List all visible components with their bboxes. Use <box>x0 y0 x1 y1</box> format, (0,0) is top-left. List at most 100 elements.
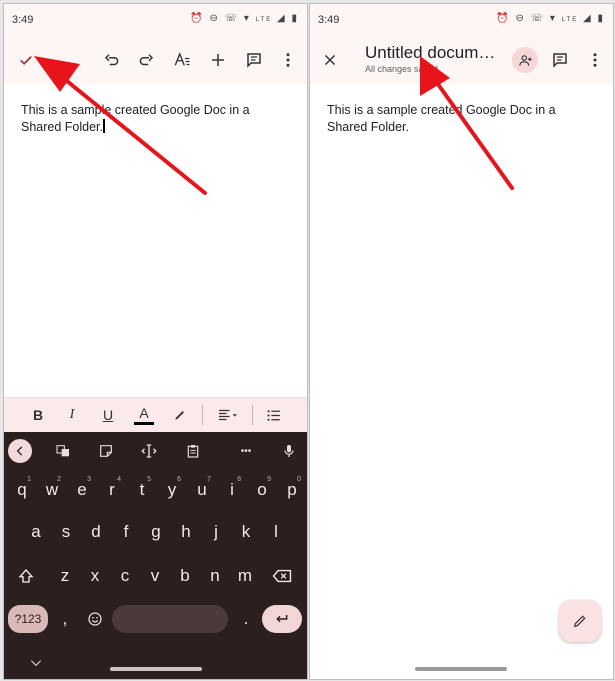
key-a[interactable]: a <box>22 516 50 548</box>
share-button[interactable] <box>512 47 538 73</box>
key-u[interactable]: u7 <box>188 474 216 506</box>
translate-button[interactable] <box>51 439 75 463</box>
keyboard-suggestion-bar: ••• <box>4 434 307 468</box>
nav-gesture-bar[interactable] <box>110 667 202 671</box>
key-d[interactable]: d <box>82 516 110 548</box>
text-format-button[interactable] <box>168 46 196 74</box>
key-t[interactable]: t5 <box>128 474 156 506</box>
keyboard-row-4: ?123 , . <box>4 603 307 635</box>
keyboard-hide-chevron[interactable] <box>29 655 47 669</box>
cursor-control-button[interactable] <box>137 439 161 463</box>
key-e[interactable]: e3 <box>68 474 96 506</box>
key-l[interactable]: l <box>262 516 290 548</box>
status-time: 3:49 <box>318 14 340 26</box>
key-m[interactable]: m <box>231 560 259 592</box>
key-o[interactable]: o9 <box>248 474 276 506</box>
period-key[interactable]: . <box>232 603 260 635</box>
key-q[interactable]: q1 <box>8 474 36 506</box>
done-checkmark-button[interactable] <box>12 46 40 74</box>
key-b[interactable]: b <box>171 560 199 592</box>
key-h[interactable]: h <box>172 516 200 548</box>
more-vert-icon <box>286 53 290 67</box>
close-icon <box>324 54 336 66</box>
align-left-icon <box>219 409 237 421</box>
check-icon <box>20 55 32 66</box>
pencil-icon <box>573 615 586 628</box>
close-button[interactable] <box>316 46 344 74</box>
nav-gesture-bar[interactable] <box>415 667 507 671</box>
key-w[interactable]: w2 <box>38 474 66 506</box>
key-label: e <box>77 480 87 499</box>
list-icon <box>266 409 280 421</box>
key-v[interactable]: v <box>141 560 169 592</box>
key-hint: 0 <box>297 476 301 483</box>
more-options-button[interactable] <box>581 46 609 74</box>
text-cursor <box>103 119 105 133</box>
left-phone-screen: 3:49 ⏰ ⊖ ☏ ▾ LTE ◢ ▮ This is a sample cr… <box>3 3 308 680</box>
key-z[interactable]: z <box>51 560 79 592</box>
key-label: p <box>287 480 297 499</box>
document-body[interactable]: This is a sample created Google Doc in a… <box>327 102 599 136</box>
bulleted-list-button[interactable] <box>262 404 284 426</box>
key-hint: 7 <box>207 476 211 483</box>
clipboard-button[interactable] <box>181 439 205 463</box>
bold-button[interactable]: B <box>28 404 48 426</box>
undo-button[interactable] <box>98 46 126 74</box>
more-vert-icon <box>593 53 597 67</box>
comment-button[interactable] <box>240 46 268 74</box>
keyboard-collapse-button[interactable] <box>8 439 32 463</box>
comment-button[interactable] <box>546 46 574 74</box>
document-body[interactable]: This is a sample created Google Doc in a… <box>21 102 293 136</box>
align-dropdown-button[interactable] <box>212 404 244 426</box>
highlight-button[interactable] <box>169 404 191 426</box>
plus-icon <box>212 54 224 66</box>
backspace-key[interactable] <box>268 560 296 592</box>
redo-button[interactable] <box>132 46 160 74</box>
keyboard-row-1: q1w2e3r4t5y6u7i8o9p0 <box>4 474 307 506</box>
backspace-icon <box>272 569 292 583</box>
key-hint: 6 <box>177 476 181 483</box>
sticker-button[interactable] <box>94 439 118 463</box>
comma-key[interactable]: , <box>51 603 79 635</box>
undo-icon <box>104 54 119 66</box>
voice-input-button[interactable] <box>277 439 301 463</box>
redo-icon <box>139 54 154 66</box>
sticker-icon <box>100 445 112 457</box>
key-k[interactable]: k <box>232 516 260 548</box>
key-n[interactable]: n <box>201 560 229 592</box>
network-label: LTE <box>561 17 579 23</box>
key-p[interactable]: p0 <box>278 474 306 506</box>
more-options-button[interactable] <box>274 46 302 74</box>
more-tools-button[interactable]: ••• <box>234 439 258 463</box>
key-hint: 4 <box>117 476 121 483</box>
key-i[interactable]: i8 <box>218 474 246 506</box>
key-x[interactable]: x <box>81 560 109 592</box>
key-c[interactable]: c <box>111 560 139 592</box>
key-hint: 8 <box>237 476 241 483</box>
format-divider <box>202 405 203 425</box>
key-hint: 1 <box>27 476 31 483</box>
edit-fab-button[interactable] <box>559 600 601 642</box>
enter-icon <box>276 615 288 623</box>
italic-button[interactable]: I <box>62 404 82 426</box>
emoji-key[interactable] <box>81 603 109 635</box>
key-g[interactable]: g <box>142 516 170 548</box>
key-r[interactable]: r4 <box>98 474 126 506</box>
keyboard-row-3: zxcvbnm <box>4 560 307 592</box>
key-hint: 9 <box>267 476 271 483</box>
key-f[interactable]: f <box>112 516 140 548</box>
symbols-key[interactable]: ?123 <box>8 605 48 633</box>
key-s[interactable]: s <box>52 516 80 548</box>
status-time: 3:49 <box>12 14 34 26</box>
key-label: u <box>197 480 207 499</box>
enter-key[interactable] <box>262 605 302 633</box>
status-bar: 3:49 ⏰ ⊖ ☏ ▾ LTE ◢ ▮ <box>4 4 307 36</box>
key-y[interactable]: y6 <box>158 474 186 506</box>
underline-button[interactable]: U <box>98 404 118 426</box>
key-j[interactable]: j <box>202 516 230 548</box>
insert-button[interactable] <box>204 46 232 74</box>
space-key[interactable] <box>112 605 228 633</box>
shift-key[interactable] <box>12 560 40 592</box>
text-color-button[interactable]: A <box>134 404 154 425</box>
document-title[interactable]: Untitled docum… <box>365 43 495 63</box>
